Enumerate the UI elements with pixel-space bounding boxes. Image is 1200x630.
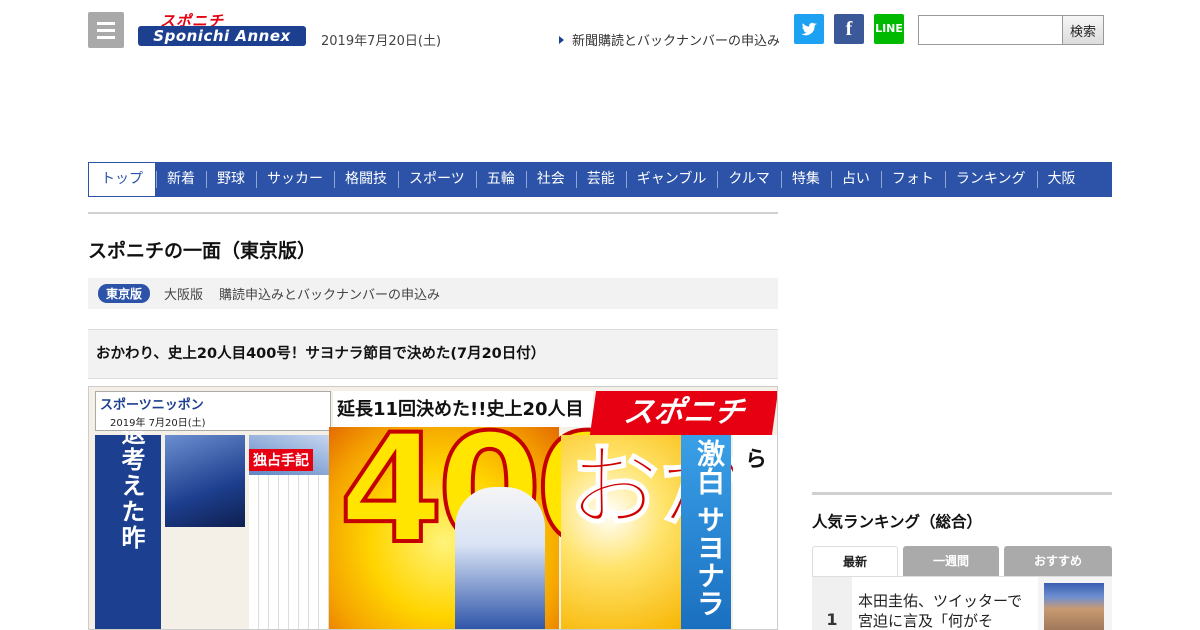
search-input[interactable]: [918, 15, 1063, 45]
global-nav: トップ 新着 野球 サッカー 格闘技 スポーツ 五輪 社会 芸能 ギャンブル クルマ 特集 占い フォトラ…: [88, 162, 1112, 197]
fp-photo-left: [165, 435, 245, 527]
header-date: 2019年7月20日(土): [321, 34, 442, 49]
edition-tokyo-tab[interactable]: 東京版: [98, 284, 151, 303]
nav-item[interactable]: 占い: [830, 162, 881, 197]
nav-item[interactable]: 新着: [156, 162, 206, 197]
ranking-headline: 本田圭佑、ツイッターで宮迫に言及「何がそ: [858, 591, 1028, 630]
page: スポニチ Sponichi Annex 2019年7月20日(土) 新聞購読とバ…: [0, 0, 1200, 630]
fp-right-strip-text: 激白 サヨナラ: [693, 439, 726, 617]
fp-brand-logo: スポニチ: [589, 391, 777, 435]
facebook-icon[interactable]: f: [834, 14, 864, 44]
nav-item[interactable]: サッカー: [256, 162, 334, 197]
subscription-link-label: 新聞購読とバックナンバーの申込み: [572, 34, 781, 49]
edition-selector: 東京版 大阪版 購読申込みとバックナンバーの申込み: [88, 278, 778, 309]
fp-right-column-text: 宮迫 契約解消自ら: [741, 447, 778, 625]
nav-item[interactable]: フォト: [880, 162, 945, 197]
backnumber-link[interactable]: 購読申込みとバックナンバーの申込み: [219, 284, 440, 303]
subscription-link[interactable]: 新聞購読とバックナンバーの申込み: [559, 30, 780, 49]
edition-osaka-link[interactable]: 大阪版: [164, 284, 203, 303]
nav-item[interactable]: クルマ: [717, 162, 781, 197]
line-icon[interactable]: LINE: [874, 14, 904, 44]
nav-item[interactable]: 五輪: [475, 162, 526, 197]
page-title: スポニチの一面（東京版）: [88, 240, 317, 262]
nav-item[interactable]: ギャンブル: [625, 162, 718, 197]
fp-masthead-box: スポーツニッポン 2019年 7月20日(土): [95, 391, 331, 431]
nav-item[interactable]: 野球: [206, 162, 256, 197]
nav-item[interactable]: スポーツ: [398, 162, 476, 197]
nav-item[interactable]: 社会: [525, 162, 576, 197]
logo-bottom-text: Sponichi Annex: [138, 26, 306, 46]
nav-item[interactable]: 格闘技: [334, 162, 398, 197]
fp-player-photo: [455, 487, 545, 629]
ranking-title: 人気ランキング（総合）: [812, 513, 983, 531]
fp-date: 2019年 7月20日(土): [110, 418, 206, 429]
site-logo[interactable]: スポニチ Sponichi Annex: [138, 12, 308, 48]
nav-item[interactable]: 芸能: [575, 162, 626, 197]
tab-latest[interactable]: 最新: [812, 546, 898, 576]
ranking-number: 1: [812, 577, 852, 630]
front-page-image[interactable]: 引退考えた昨 スポーツニッポン 2019年 7月20日(土) 独占手記 延長11…: [88, 386, 778, 630]
hamburger-menu-icon[interactable]: [88, 12, 124, 48]
search-button[interactable]: 検索: [1062, 15, 1104, 45]
nav-item[interactable]: 特集: [780, 162, 831, 197]
sidebar-divider: [812, 492, 1112, 495]
twitter-icon[interactable]: [794, 14, 824, 44]
fp-exclusive-tag: 独占手記: [249, 449, 313, 471]
ranking-thumbnail[interactable]: [1044, 583, 1104, 630]
nav-item[interactable]: ランキング: [944, 162, 1037, 197]
fp-masthead: スポーツニッポン: [100, 398, 204, 413]
triangle-right-icon: [559, 36, 564, 44]
nav-item[interactable]: トップ: [88, 162, 156, 197]
nav-item[interactable]: 大阪: [1036, 162, 1087, 197]
tab-recommended[interactable]: おすすめ: [1004, 546, 1112, 576]
divider: [88, 212, 778, 214]
tab-weekly[interactable]: 一週間: [903, 546, 999, 576]
front-page-headline: おかわり、史上20人目400号！サヨナラ節目で決めた(7月20日付）: [88, 329, 778, 379]
twitter-bird-icon: [801, 22, 817, 36]
